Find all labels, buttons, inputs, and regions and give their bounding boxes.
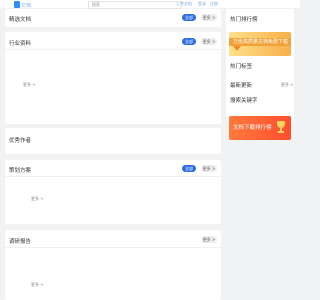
tab-all[interactable]: 全部 (182, 38, 196, 45)
hot-rank-title[interactable]: 热门排行榜 (230, 15, 258, 23)
section-title: 行业资料 (9, 41, 32, 47)
latest-updates-title: 最新更新 (230, 83, 253, 89)
more-button[interactable]: 更多 > (201, 165, 217, 172)
section-title: 调研报告 (9, 239, 32, 245)
trophy-icon (276, 121, 286, 133)
hot-tags-title: 热门标签 (230, 64, 253, 70)
section-title: 精选文档 (9, 17, 32, 23)
nav-login-link[interactable]: 登录 (198, 1, 206, 7)
logo-text: 文档 (21, 3, 32, 9)
top-nav: 上传文档 登录 注册 (176, 1, 286, 7)
search-placeholder: 搜索 (92, 2, 100, 7)
section-title: 优秀作者 (9, 138, 32, 144)
search-keywords-title: 搜索关键字 (230, 98, 258, 104)
more-link[interactable]: 更多 > (23, 82, 36, 88)
promo-banner-download-rank[interactable]: 文档下载排行榜 (229, 116, 291, 140)
tab-all[interactable]: 全部 (182, 165, 196, 172)
section-featured-docs: 精选文档 全部 更多 > (5, 9, 221, 27)
divider (5, 176, 221, 177)
sidebar: 热门排行榜 热门标签 最新更新 更多 > 搜索关键字 (226, 9, 294, 121)
divider (5, 247, 221, 248)
top-bar: 文档 搜索 上传文档 登录 注册 (0, 0, 300, 9)
section-plans: 策划方案 全部 更多 > 更多 > (5, 160, 221, 224)
promo-banner-free-docs[interactable]: 万份高质量文档免费下载 (229, 32, 291, 56)
search-input[interactable]: 搜索 (88, 1, 182, 9)
section-research-reports: 调研报告 更多 > 更多 > (5, 230, 221, 300)
tab-all[interactable]: 全部 (182, 14, 196, 21)
site-logo[interactable]: 文档 (14, 1, 38, 9)
nav-register-link[interactable]: 注册 (210, 1, 218, 7)
nav-upload-link[interactable]: 上传文档 (176, 1, 192, 7)
section-title: 策划方案 (9, 168, 32, 174)
more-button[interactable]: 更多 > (201, 14, 217, 21)
latest-more-link[interactable]: 更多 > (281, 82, 294, 88)
more-button[interactable]: 更多 > (201, 236, 217, 243)
promo-banner-text: 万份高质量文档免费下载 (233, 39, 289, 45)
ribbon-icon (233, 46, 241, 51)
more-button[interactable]: 更多 > (201, 38, 217, 45)
section-industry-docs: 行业资料 全部 更多 > 更多 > (5, 32, 221, 124)
section-authors: 优秀作者 (5, 128, 221, 154)
more-link[interactable]: 更多 > (31, 196, 44, 202)
promo-banner-text: 文档下载排行榜 (233, 125, 272, 131)
divider (5, 49, 221, 50)
more-link[interactable]: 更多 > (31, 282, 44, 288)
logo-icon (14, 1, 20, 8)
